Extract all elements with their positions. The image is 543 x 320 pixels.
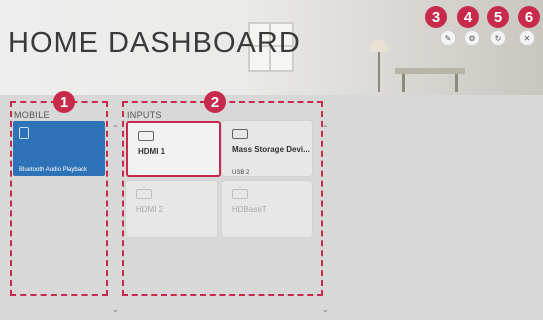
bluetooth-device-icon	[19, 127, 29, 139]
input-tile-hdmi-2[interactable]: HDMI 2	[126, 181, 217, 237]
page-title: HOME DASHBOARD	[8, 27, 301, 59]
input-tile-hdmi-1[interactable]: HDMI 1	[126, 121, 221, 177]
usb-icon	[232, 129, 248, 139]
mobile-section-label: MOBILE	[14, 110, 50, 120]
callout-badge: 5	[487, 6, 509, 28]
scroll-up-icon[interactable]: ⌃	[112, 124, 119, 133]
input-name: HDMI 2	[136, 205, 164, 214]
hdmi-icon	[136, 189, 152, 199]
hero-table-leg	[455, 74, 458, 92]
scroll-down-icon[interactable]: ⌄	[322, 305, 329, 314]
hdmi-icon	[138, 131, 154, 141]
callout-badge: 4	[457, 6, 479, 28]
input-subtitle: USB 2	[232, 170, 250, 176]
scroll-up-icon[interactable]: ⌃	[322, 124, 329, 133]
callout-badge: 6	[518, 6, 540, 28]
input-name: HDMI 1	[138, 147, 166, 156]
mobile-device-name: Bluetooth Audio Playback	[19, 167, 88, 173]
callout-badge: 1	[53, 91, 75, 113]
close-icon[interactable]: ✕	[519, 30, 535, 46]
input-name: HDBaseT	[232, 205, 267, 214]
scroll-down-icon[interactable]: ⌄	[112, 305, 119, 314]
inputs-section-label: INPUTS	[127, 110, 162, 120]
hdbaset-icon	[232, 189, 248, 199]
input-name: Mass Storage Devi...	[232, 145, 310, 154]
edit-icon[interactable]: ✎	[440, 30, 456, 46]
callout-badge: 2	[204, 91, 226, 113]
hero-table-leg	[402, 74, 405, 92]
settings-icon[interactable]: ⚙	[464, 30, 480, 46]
mobile-device-tile[interactable]: Bluetooth Audio Playback	[13, 121, 105, 176]
refresh-icon[interactable]: ↻	[490, 30, 506, 46]
input-tile-mass-storage[interactable]: Mass Storage Devi... USB 2	[222, 121, 312, 176]
hero-lamp-stand-decor	[378, 52, 380, 92]
callout-badge: 3	[425, 6, 447, 28]
input-tile-hdbaset[interactable]: HDBaseT	[222, 181, 312, 237]
hero-lamp-decor	[370, 40, 388, 52]
